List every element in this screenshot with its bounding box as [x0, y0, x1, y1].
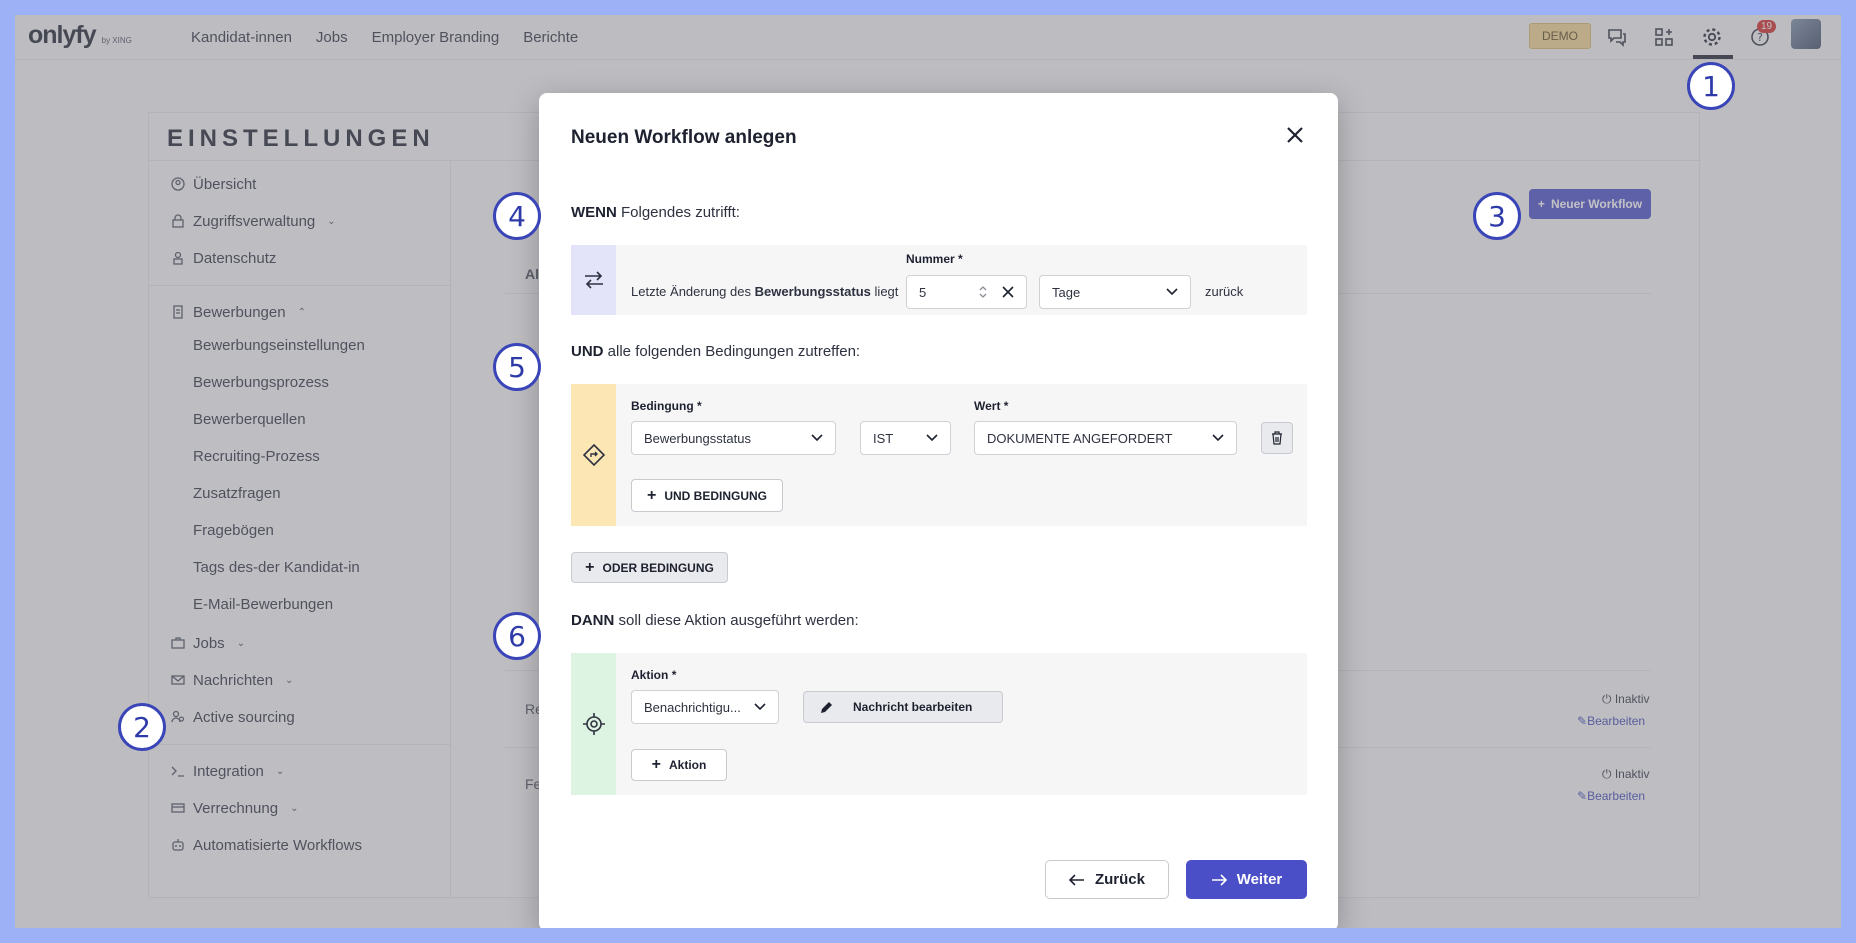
close-icon[interactable] [1283, 123, 1307, 147]
trigger-after-text: zurück [1205, 284, 1244, 299]
value-value: DOKUMENTE ANGEFORDERT [987, 430, 1173, 446]
target-icon [582, 713, 605, 735]
add-and-condition-button[interactable]: + UND BEDINGUNG [631, 479, 783, 512]
plus-icon: + [585, 558, 595, 576]
then-keyword: DANN [571, 612, 615, 629]
trigger-field: Bewerbungsstatus [754, 284, 871, 299]
back-button[interactable]: Zurück [1045, 860, 1169, 899]
trigger-prefix: Letzte Änderung des [631, 284, 751, 299]
value-select[interactable]: DOKUMENTE ANGEFORDERT [974, 421, 1237, 455]
callout-marker: 2 [118, 703, 166, 751]
callout-marker: 1 [1687, 62, 1735, 110]
value-label-text: Wert [974, 399, 1001, 413]
pencil-icon [821, 701, 832, 713]
add-or-condition-button[interactable]: + ODER BEDINGUNG [571, 552, 728, 583]
add-or-condition-label: ODER BEDINGUNG [602, 560, 714, 575]
plus-icon: + [646, 486, 657, 504]
number-value: 5 [919, 284, 927, 300]
callout-marker: 4 [493, 192, 541, 240]
action-panel: Aktion * Benachrichtigu... Nachricht bea… [571, 653, 1307, 795]
swap-arrows-icon [584, 271, 603, 289]
callout-marker: 6 [493, 612, 541, 660]
condition-label: Bedingung * [631, 399, 702, 413]
arrow-left-icon [1068, 873, 1084, 886]
and-text: alle folgenden Bedingungen zutreffen: [607, 343, 861, 360]
required-mark: * [697, 399, 702, 413]
add-action-label: Aktion [669, 758, 707, 772]
then-heading: DANN soll diese Aktion ausgeführt werden… [571, 612, 859, 629]
and-keyword: UND [571, 343, 604, 360]
add-and-condition-label: UND BEDINGUNG [664, 488, 767, 503]
unit-select[interactable]: Tage [1039, 275, 1191, 309]
app-frame: onlyfy by XING Kandidat-innen Jobs Emplo… [15, 15, 1841, 928]
trigger-description: Letzte Änderung des Bewerbungsstatus lie… [631, 284, 898, 299]
edit-message-label: Nachricht bearbeiten [853, 700, 973, 714]
condition-select[interactable]: Bewerbungsstatus [631, 421, 836, 455]
action-value: Benachrichtigu... [644, 699, 741, 715]
when-keyword: WENN [571, 204, 617, 221]
action-select[interactable]: Benachrichtigu... [631, 690, 779, 724]
value-label: Wert * [974, 399, 1008, 413]
when-heading: WENN Folgendes zutrifft: [571, 204, 740, 221]
action-label: Aktion * [631, 668, 676, 682]
number-label: Nummer * [906, 252, 963, 266]
then-text: soll diese Aktion ausgeführt werden: [618, 612, 859, 629]
add-action-button[interactable]: + Aktion [631, 749, 727, 781]
chevron-down-icon [754, 703, 766, 711]
plus-icon: + [651, 756, 661, 773]
trash-icon [1272, 431, 1282, 445]
condition-panel: Bedingung * Bewerbungsstatus IST Wert * … [571, 384, 1307, 526]
callout-marker: 3 [1473, 192, 1521, 240]
callout-marker: 5 [493, 343, 541, 391]
stepper-icon[interactable] [978, 285, 988, 299]
dialog-title: Neuen Workflow anlegen [571, 127, 797, 148]
condition-label-text: Bedingung [631, 399, 694, 413]
diamond-route-icon [582, 444, 605, 466]
when-text: Folgendes zutrifft: [621, 204, 740, 221]
chevron-down-icon [1166, 288, 1178, 296]
next-label: Weiter [1236, 871, 1283, 888]
number-input[interactable]: 5 [906, 275, 1027, 309]
back-label: Zurück [1094, 871, 1145, 888]
chevron-down-icon [1212, 434, 1224, 442]
action-strip [571, 653, 616, 795]
clear-icon[interactable] [1002, 286, 1014, 298]
and-heading: UND alle folgenden Bedingungen zutreffen… [571, 343, 860, 360]
chevron-down-icon [811, 434, 823, 442]
required-mark: * [671, 668, 677, 682]
trigger-panel: Letzte Änderung des Bewerbungsstatus lie… [571, 245, 1307, 315]
edit-message-button[interactable]: Nachricht bearbeiten [803, 691, 1003, 723]
delete-condition-button[interactable] [1261, 422, 1293, 454]
number-label-text: Nummer [906, 252, 955, 266]
trigger-suffix: liegt [874, 284, 899, 299]
operator-select[interactable]: IST [860, 421, 951, 455]
required-mark: * [958, 252, 963, 266]
required-mark: * [1003, 399, 1009, 413]
arrow-right-icon [1211, 873, 1227, 886]
condition-strip [571, 384, 616, 526]
unit-value: Tage [1052, 284, 1081, 300]
condition-value: Bewerbungsstatus [644, 430, 751, 446]
next-button[interactable]: Weiter [1186, 860, 1307, 899]
action-label-text: Aktion [631, 668, 669, 682]
operator-value: IST [873, 430, 894, 446]
trigger-strip [571, 245, 616, 315]
new-workflow-dialog: Neuen Workflow anlegen WENN Folgendes zu… [539, 93, 1338, 928]
chevron-down-icon [926, 434, 938, 442]
